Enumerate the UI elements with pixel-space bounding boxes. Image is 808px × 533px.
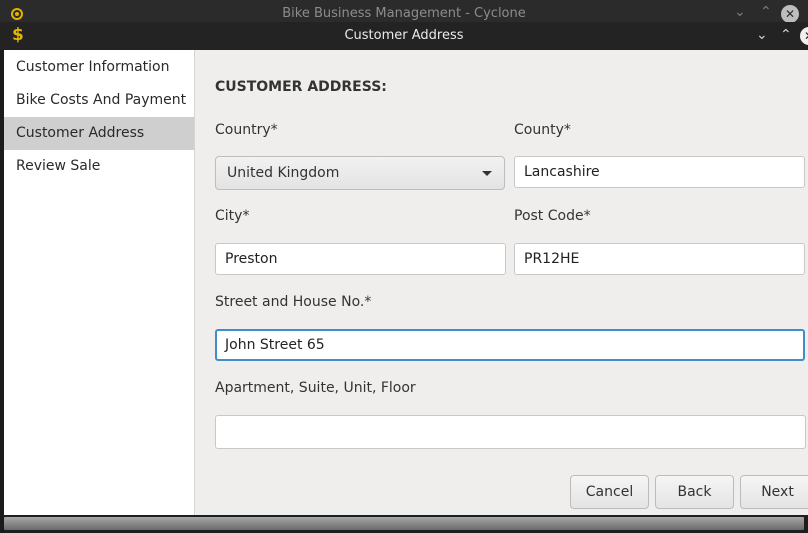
maximize-icon[interactable]: ⌃ <box>780 27 792 43</box>
sidebar-item-customer-address[interactable]: Customer Address <box>4 117 194 150</box>
street-field[interactable]: John Street 65 <box>215 329 805 361</box>
city-field[interactable]: Preston <box>215 243 506 275</box>
cancel-button[interactable]: Cancel <box>570 475 649 509</box>
dialog-titlebar: $ Customer Address ⌄ ⌃ ✕ <box>0 22 808 50</box>
section-title: CUSTOMER ADDRESS: <box>215 79 387 95</box>
chevron-down-icon <box>482 171 492 176</box>
dialog-title: Customer Address <box>344 28 464 43</box>
street-label: Street and House No.* <box>215 294 372 310</box>
minimize-icon[interactable]: ⌄ <box>756 27 768 43</box>
county-field[interactable]: Lancashire <box>514 156 805 188</box>
post-code-field[interactable]: PR12HE <box>514 243 805 275</box>
close-icon[interactable]: ✕ <box>781 5 799 23</box>
sidebar-item-customer-information[interactable]: Customer Information <box>4 51 194 84</box>
sidebar-item-bike-costs-and-payment[interactable]: Bike Costs And Payment <box>4 84 194 117</box>
customer-address-form: CUSTOMER ADDRESS: Country* County* Unite… <box>195 50 808 515</box>
sidebar-item-label: Review Sale <box>16 158 101 174</box>
back-button[interactable]: Back <box>655 475 734 509</box>
city-label: City* <box>215 208 250 224</box>
apartment-field[interactable] <box>215 415 806 449</box>
country-select[interactable]: United Kingdom <box>215 156 505 190</box>
maximize-icon[interactable]: ⌃ <box>760 4 772 20</box>
wizard-sidebar: Customer Information Bike Costs And Paym… <box>4 50 195 515</box>
sidebar-item-label: Customer Address <box>16 125 145 141</box>
county-label: County* <box>514 122 571 138</box>
apartment-label: Apartment, Suite, Unit, Floor <box>215 380 416 396</box>
sidebar-item-review-sale[interactable]: Review Sale <box>4 150 194 183</box>
sidebar-item-label: Bike Costs And Payment <box>16 92 187 108</box>
country-select-value: United Kingdom <box>227 165 340 181</box>
post-code-label: Post Code* <box>514 208 591 224</box>
next-button[interactable]: Next <box>740 475 808 509</box>
parent-window-title: Bike Business Management - Cyclone <box>282 6 526 21</box>
sidebar-item-label: Customer Information <box>16 59 170 75</box>
country-label: Country* <box>215 122 278 138</box>
horizontal-scrollbar[interactable] <box>4 517 804 530</box>
minimize-icon[interactable]: ⌄ <box>734 4 746 20</box>
